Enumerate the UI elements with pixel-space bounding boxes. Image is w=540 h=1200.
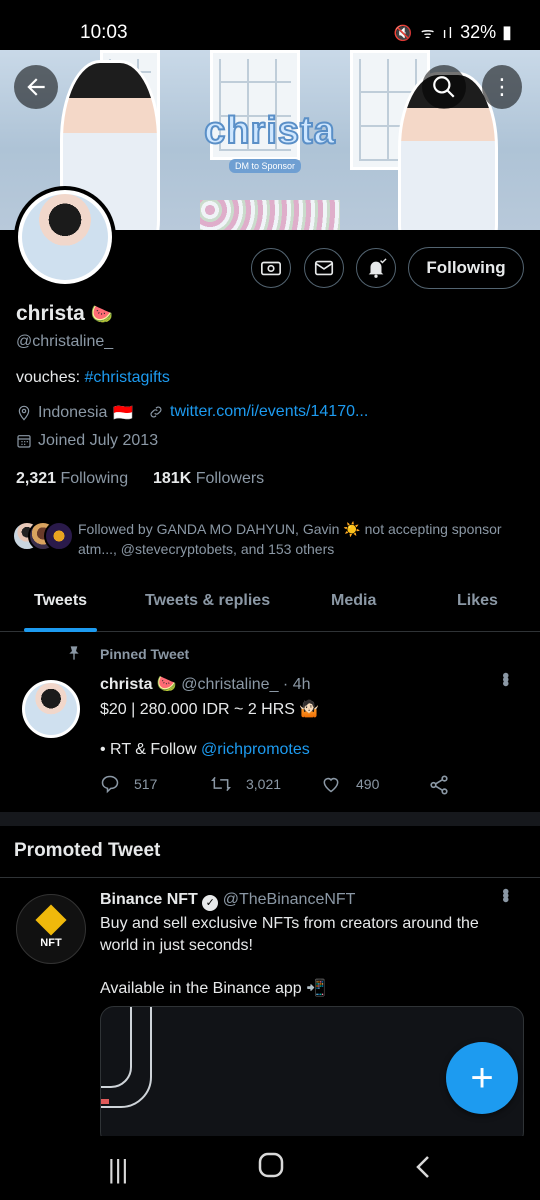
tab-tweets-replies[interactable]: Tweets & replies bbox=[145, 592, 270, 610]
followers-stat[interactable]: 181K Followers bbox=[153, 470, 264, 487]
like-button[interactable]: 490 bbox=[320, 774, 379, 794]
promoted-tweet-header: Binance NFT ✓ @TheBinanceNFT bbox=[100, 891, 355, 911]
promoted-section-title: Promoted Tweet bbox=[14, 840, 161, 861]
joined-text: Joined July 2013 bbox=[38, 432, 159, 449]
location-pin-icon bbox=[18, 405, 30, 421]
retweet-count: 3,021 bbox=[246, 776, 282, 792]
status-time: 10:03 bbox=[80, 22, 128, 43]
tab-tweets[interactable]: Tweets bbox=[34, 592, 87, 610]
plus-icon: + bbox=[470, 1055, 494, 1100]
website-link[interactable]: twitter.com/i/events/14170... bbox=[170, 403, 368, 421]
tweet-time: · 4h bbox=[282, 676, 311, 693]
banner-flowers bbox=[200, 200, 340, 230]
tweet-text-line: $20 | 280.000 IDR ~ 2 HRS 🤷🏻 bbox=[100, 701, 320, 718]
tab-media[interactable]: Media bbox=[331, 592, 376, 610]
like-count: 490 bbox=[356, 776, 380, 792]
promoted-text: Buy and sell exclusive NFTs from creator… bbox=[100, 915, 479, 954]
tweet-author-avatar[interactable] bbox=[20, 678, 82, 740]
status-bar: 10:03 🔇 ᯤ ıl 32% ▮ bbox=[0, 0, 540, 50]
tweet-author-handle[interactable]: @christaline_ bbox=[181, 676, 278, 693]
signal-icon: 🔇 ᯤ ıl bbox=[393, 24, 455, 42]
profile-bio: vouches: #christagifts bbox=[16, 369, 170, 387]
bell-check-icon bbox=[368, 258, 387, 278]
banner-subtitle: DM to Sponsor bbox=[229, 159, 302, 173]
divider bbox=[0, 877, 540, 878]
profile-avatar[interactable] bbox=[14, 186, 116, 288]
promoted-author-name[interactable]: Binance NFT bbox=[100, 891, 198, 908]
reply-button[interactable]: 517 bbox=[100, 774, 157, 794]
location-text: Indonesia bbox=[38, 404, 108, 421]
active-tab-indicator bbox=[24, 628, 97, 632]
section-divider bbox=[0, 812, 540, 826]
reply-count: 517 bbox=[134, 776, 158, 792]
tab-likes[interactable]: Likes bbox=[457, 592, 498, 610]
home-icon[interactable] bbox=[258, 1152, 284, 1185]
watermelon-emoji: 🍉 bbox=[90, 304, 114, 324]
mail-icon bbox=[314, 260, 334, 276]
search-button[interactable] bbox=[422, 65, 466, 109]
heart-icon bbox=[323, 777, 339, 793]
status-icons: 🔇 ᯤ ıl 32% ▮ bbox=[394, 22, 512, 43]
message-button[interactable] bbox=[304, 248, 344, 288]
retweet-icon bbox=[211, 776, 231, 792]
following-button[interactable]: Following bbox=[408, 247, 524, 289]
tweet-header: christa 🍉 @christaline_ · 4h bbox=[100, 674, 311, 694]
profile-joined: Joined July 2013 bbox=[16, 432, 158, 450]
profile-tabs: Tweets Tweets & replies Media Likes bbox=[0, 574, 540, 632]
money-icon bbox=[261, 261, 281, 276]
avatar-label: NFT bbox=[40, 937, 62, 949]
bio-hashtag-link[interactable]: #christagifts bbox=[85, 369, 170, 386]
battery-icon: ▮ bbox=[502, 22, 512, 42]
tweet-more-icon[interactable]: ••• bbox=[493, 672, 516, 684]
profile-location: Indonesia 🇮🇩 bbox=[16, 403, 133, 423]
system-nav-bar: ||| bbox=[0, 1136, 540, 1200]
tip-jar-button[interactable] bbox=[251, 248, 291, 288]
reply-icon bbox=[101, 775, 119, 794]
follow-stats: 2,321 Following 181K Followers bbox=[16, 470, 264, 488]
profile-website[interactable]: twitter.com/i/events/14170... bbox=[148, 403, 368, 421]
follower-avatar bbox=[44, 521, 74, 551]
banner-title: christa bbox=[203, 109, 336, 153]
following-stat[interactable]: 2,321 Following bbox=[16, 470, 128, 487]
pin-icon bbox=[66, 644, 82, 667]
search-icon bbox=[433, 76, 455, 98]
verified-badge-icon: ✓ bbox=[202, 895, 219, 911]
share-button[interactable] bbox=[428, 774, 450, 796]
tweet-author-name[interactable]: christa 🍉 bbox=[100, 676, 177, 693]
tweet-actions: 517 3,021 490 bbox=[100, 774, 460, 798]
retweet-button[interactable]: 3,021 bbox=[210, 774, 281, 794]
notifications-button[interactable] bbox=[356, 248, 396, 288]
profile-name-text: christa bbox=[16, 302, 85, 325]
pinned-label: Pinned Tweet bbox=[100, 646, 190, 662]
back-nav-icon[interactable] bbox=[414, 1154, 432, 1187]
promoted-author-handle[interactable]: @TheBinanceNFT bbox=[223, 891, 356, 908]
recent-apps-icon[interactable]: ||| bbox=[108, 1154, 128, 1185]
link-icon bbox=[150, 406, 162, 418]
compose-tweet-button[interactable]: + bbox=[446, 1042, 518, 1114]
more-options-button[interactable]: ⋮ bbox=[482, 65, 522, 109]
flag-emoji: 🇮🇩 bbox=[113, 405, 134, 422]
binance-nft-avatar[interactable]: NFT bbox=[16, 894, 86, 964]
bio-text: vouches: bbox=[16, 369, 81, 386]
battery-level: 32% bbox=[460, 22, 497, 42]
profile-name: christa 🍉 bbox=[16, 302, 113, 326]
share-icon bbox=[430, 775, 448, 795]
calendar-icon bbox=[17, 435, 31, 448]
avatar-photo bbox=[25, 683, 77, 735]
promoted-text: Available in the Binance app 📲 bbox=[100, 980, 326, 997]
tweet-text-line: • RT & Follow @richpromotes bbox=[100, 741, 310, 758]
followed-by-text[interactable]: Followed by GANDA MO DAHYUN, Gavin ☀️ no… bbox=[78, 519, 518, 559]
binance-logo-icon bbox=[35, 904, 67, 936]
profile-handle: @christaline_ bbox=[16, 333, 114, 350]
back-arrow-icon bbox=[27, 78, 45, 96]
back-button[interactable] bbox=[14, 65, 58, 109]
mention-link[interactable]: @richpromotes bbox=[201, 741, 310, 758]
promoted-more-icon[interactable]: ••• bbox=[493, 888, 516, 900]
avatar-photo bbox=[22, 194, 108, 280]
more-vertical-icon: ⋮ bbox=[491, 74, 513, 99]
